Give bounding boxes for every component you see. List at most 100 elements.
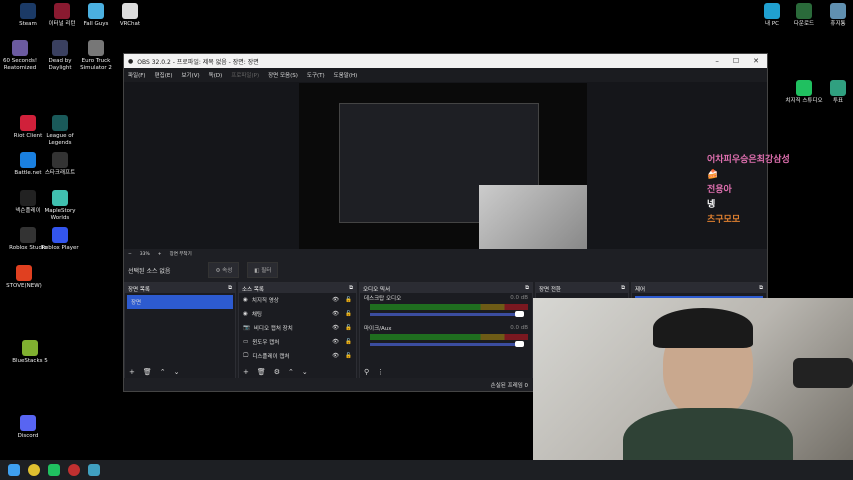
taskbar	[0, 460, 853, 480]
desktop-icon-label: 다운로드	[793, 21, 815, 27]
chat-message: 츠구모모	[707, 215, 741, 225]
trash-icon[interactable]: 🗑	[143, 368, 152, 376]
desktop-icon-label: Fall Guys	[83, 21, 109, 27]
app-icon	[16, 265, 32, 281]
up-icon[interactable]: ⌃	[160, 368, 166, 376]
lock-icon[interactable]: 🔓	[345, 353, 352, 359]
lock-icon[interactable]: 🔓	[345, 297, 352, 303]
app-icon	[88, 40, 104, 56]
app-icon[interactable]	[88, 464, 100, 476]
zoom-mode[interactable]: 장면 부착기	[170, 251, 192, 257]
no-source-label: 선택된 소스 없음	[128, 267, 171, 275]
chrome-icon[interactable]	[28, 464, 40, 476]
webcam-feed	[533, 298, 853, 480]
desktop-icon[interactable]: League of Legends	[40, 115, 80, 147]
filters-button[interactable]: ◧ 필터	[247, 262, 279, 278]
sources-title: 소스 목록	[242, 287, 264, 293]
zoom-bar: − 33% + 장면 부착기	[124, 249, 767, 259]
desktop-icon-label: 60 Seconds! Reatomized	[2, 58, 38, 71]
chzzk-icon[interactable]	[48, 464, 60, 476]
preview-canvas[interactable]	[124, 82, 767, 249]
desktop-icon-label: Dead by Daylight	[48, 58, 72, 71]
menu-dots-icon[interactable]: ⋮	[377, 368, 384, 376]
obs-taskbar-icon[interactable]	[68, 464, 80, 476]
desktop-icon[interactable]: 투표	[818, 80, 853, 105]
desktop-icon[interactable]: Euro Truck Simulator 2	[76, 40, 116, 72]
desktop-icon[interactable]: STOVE(NEW)	[4, 265, 44, 290]
desktop-icon-label: Discord	[17, 433, 39, 439]
visibility-eye-icon[interactable]: 👁	[332, 325, 339, 331]
transitions-title: 장면 전환	[539, 287, 561, 293]
dropped-frames: 손실된 프레임 0	[490, 383, 528, 389]
windows-start-icon[interactable]	[8, 464, 20, 476]
volume-slider[interactable]	[370, 341, 524, 347]
desktop-icon[interactable]: VRChat	[110, 3, 150, 28]
desktop-icon-label: 치지직 스튜디오	[785, 98, 823, 104]
desktop-icon[interactable]: BlueStacks 5	[10, 340, 50, 365]
undock-icon[interactable]: ⧉	[525, 285, 529, 291]
menu-item[interactable]: 편집(E)	[155, 71, 173, 79]
app-icon	[796, 3, 812, 19]
source-item[interactable]: ◉ 치지직 영상 👁 🔓	[239, 293, 356, 307]
undock-icon[interactable]: ⧉	[228, 285, 232, 291]
desktop-icon[interactable]: 60 Seconds! Reatomized	[0, 40, 40, 72]
audio-channel: 데스크탑 오디오 0.0 dB	[360, 293, 532, 323]
menu-item[interactable]: 파일(F)	[128, 71, 146, 79]
desktop-icon[interactable]: Discord	[8, 415, 48, 440]
title-bar: ● OBS 32.0.2 - 프로파일: 제목 없음 - 장면: 장면 – ☐ …	[124, 54, 767, 68]
source-label: 디스플레이 캡처	[252, 354, 290, 360]
desktop-icon[interactable]: 스타크래프트	[40, 152, 80, 177]
source-item[interactable]: 📷 비디오 캡처 장치 👁 🔓	[239, 321, 356, 335]
properties-button[interactable]: ⚙ 속성	[208, 262, 240, 278]
visibility-eye-icon[interactable]: 👁	[332, 339, 339, 345]
down-icon[interactable]: ⌄	[302, 368, 308, 376]
app-icon	[122, 3, 138, 19]
volume-slider[interactable]	[370, 311, 524, 317]
menu-item[interactable]: 도움말(H)	[334, 71, 358, 79]
zoom-out-button[interactable]: −	[128, 252, 132, 257]
gear-icon[interactable]: ⚙	[274, 368, 280, 376]
source-item[interactable]: ▭ 윈도우 캡처 👁 🔓	[239, 335, 356, 349]
add-icon[interactable]: +	[243, 368, 249, 376]
desktop-icon[interactable]: Dead by Daylight	[40, 40, 80, 72]
minimize-button[interactable]: –	[715, 57, 719, 65]
app-icon	[20, 415, 36, 431]
add-icon[interactable]: +	[129, 368, 135, 376]
desktop-icon-label: 이터널 리턴	[48, 21, 76, 27]
window-title: OBS 32.0.2 - 프로파일: 제목 없음 - 장면: 장면	[137, 58, 259, 66]
lock-icon[interactable]: 🔓	[345, 311, 352, 317]
undock-icon[interactable]: ⧉	[759, 285, 763, 291]
menu-item[interactable]: 독(D)	[209, 71, 223, 79]
desktop-icon[interactable]: MapleStory Worlds	[40, 190, 80, 222]
source-label: 윈도우 캡처	[252, 340, 280, 346]
visibility-eye-icon[interactable]: 👁	[332, 297, 339, 303]
visibility-eye-icon[interactable]: 👁	[332, 311, 339, 317]
menu-bar: 파일(F) 편집(E) 보기(V) 독(D) 프로파일(P) 장면 모음(S) 도구(T) 도…	[124, 68, 767, 82]
visibility-eye-icon[interactable]: 👁	[332, 353, 339, 359]
undock-icon[interactable]: ⧉	[621, 285, 625, 291]
undock-icon[interactable]: ⧉	[349, 285, 353, 291]
source-item[interactable]: 🖵 디스플레이 캡처 👁 🔓	[239, 349, 356, 363]
up-icon[interactable]: ⌃	[288, 368, 294, 376]
desktop-icon[interactable]: Roblox Player	[40, 227, 80, 252]
lock-icon[interactable]: 🔓	[345, 325, 352, 331]
menu-item[interactable]: 보기(V)	[181, 71, 199, 79]
source-item[interactable]: ◉ 채팅 👁 🔓	[239, 307, 356, 321]
zoom-in-button[interactable]: +	[158, 252, 162, 257]
desktop-icon[interactable]: 휴지통	[818, 3, 853, 28]
trash-icon[interactable]: 🗑	[257, 368, 266, 376]
menu-item[interactable]: 프로파일(P)	[231, 71, 259, 79]
desktop-icon-label: 넥슨플레이	[15, 208, 41, 214]
down-icon[interactable]: ⌄	[174, 368, 180, 376]
scenes-dock: 장면 목록 ⧉ 장면 + 🗑 ⌃ ⌄	[124, 282, 236, 379]
scene-item[interactable]: 장면	[127, 295, 233, 309]
menu-item[interactable]: 도구(T)	[307, 71, 325, 79]
close-button[interactable]: ✕	[753, 57, 759, 65]
desktop-icon-label: Steam	[19, 21, 37, 27]
source-type-icon: 📷	[243, 325, 250, 331]
menu-item[interactable]: 장면 모음(S)	[268, 71, 298, 79]
lock-icon[interactable]: 🔓	[345, 339, 352, 345]
link-icon[interactable]: ⚲	[364, 368, 369, 376]
channel-db: 0.0 dB	[510, 325, 528, 331]
maximize-button[interactable]: ☐	[733, 57, 739, 65]
